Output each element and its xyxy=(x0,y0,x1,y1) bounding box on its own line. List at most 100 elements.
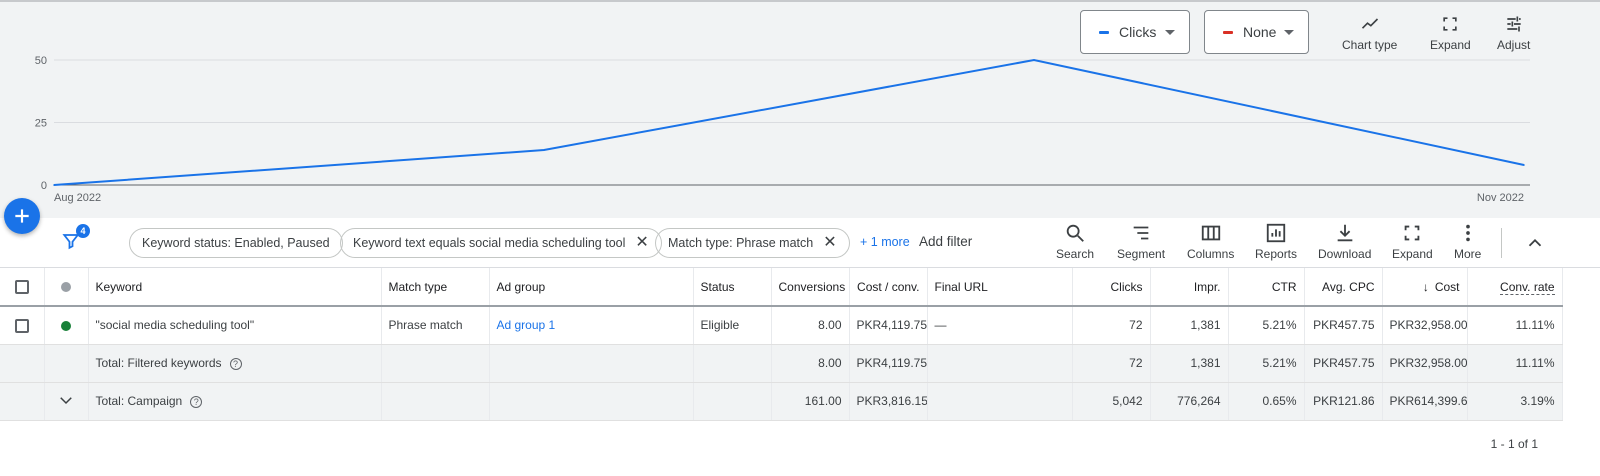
reports-label: Reports xyxy=(1255,247,1298,261)
filter-count-badge: 4 xyxy=(76,224,90,238)
chart-adjust-button[interactable]: Adjust xyxy=(1497,14,1530,52)
empty-cell xyxy=(381,382,490,421)
download-button[interactable]: Download xyxy=(1318,222,1371,261)
segment-label: Segment xyxy=(1117,247,1166,261)
chip-label: Match type: Phrase match xyxy=(668,236,814,250)
header-ctr[interactable]: CTR xyxy=(1228,268,1305,307)
help-icon[interactable]: ? xyxy=(229,357,242,370)
ad-group-link[interactable]: Ad group 1 xyxy=(497,318,556,332)
total-filtered-conv-rate: 11.11% xyxy=(1467,344,1563,383)
cell-final-url[interactable]: — xyxy=(927,306,1073,345)
header-clicks[interactable]: Clicks xyxy=(1072,268,1151,307)
empty-cell xyxy=(0,344,45,383)
enabled-status-icon[interactable] xyxy=(61,321,71,332)
reports-button[interactable]: Reports xyxy=(1255,222,1297,261)
download-label: Download xyxy=(1318,247,1372,261)
segment-button[interactable]: Segment xyxy=(1117,222,1165,261)
total-filtered-clicks: 72 xyxy=(1072,344,1151,383)
header-final-url[interactable]: Final URL xyxy=(927,268,1073,307)
total-filtered-label: Total: Filtered keywords xyxy=(95,356,222,370)
header-impr[interactable]: Impr. xyxy=(1150,268,1229,307)
total-filtered-cost-conv: PKR4,119.75 xyxy=(849,344,928,383)
y-tick-label: 50 xyxy=(35,55,47,67)
header-status[interactable]: Status xyxy=(693,268,772,307)
chart-type-button[interactable]: Chart type xyxy=(1342,14,1397,52)
table-header-row: Keyword Match type Ad group Status Conve… xyxy=(0,268,1563,307)
total-campaign-avg-cpc: PKR121.86 xyxy=(1304,382,1383,421)
empty-cell xyxy=(489,344,694,383)
columns-button[interactable]: Columns xyxy=(1187,222,1234,261)
total-filtered-row: Total: Filtered keywords? 8.00 PKR4,119.… xyxy=(0,344,1563,383)
cell-conv-rate: 11.11% xyxy=(1467,306,1563,345)
header-keyword[interactable]: Keyword xyxy=(88,268,382,307)
data-point xyxy=(543,149,545,151)
add-button[interactable] xyxy=(4,198,40,234)
data-point xyxy=(1523,164,1525,166)
row-status-cell[interactable] xyxy=(44,306,89,345)
cell-impr: 1,381 xyxy=(1150,306,1229,345)
header-cost[interactable]: ↓ Cost xyxy=(1382,268,1468,307)
cell-keyword[interactable]: "social media scheduling tool" xyxy=(88,306,382,345)
cell-clicks: 72 xyxy=(1072,306,1151,345)
search-button[interactable]: Search xyxy=(1056,222,1094,261)
header-match-type[interactable]: Match type xyxy=(381,268,490,307)
empty-cell xyxy=(44,344,89,383)
help-icon[interactable]: ? xyxy=(190,395,203,408)
chevron-down-icon xyxy=(1284,29,1294,35)
add-filter-button[interactable]: Add filter xyxy=(919,234,972,249)
chip-label: Keyword text equals social media schedul… xyxy=(353,236,626,250)
data-point xyxy=(53,184,55,186)
header-conversions[interactable]: Conversions xyxy=(771,268,850,307)
expand-row-cell[interactable] xyxy=(44,382,89,421)
empty-cell xyxy=(381,344,490,383)
total-campaign-conv-rate: 3.19% xyxy=(1467,382,1563,421)
header-cost-conv[interactable]: Cost / conv. xyxy=(849,268,928,307)
plus-icon xyxy=(15,209,29,223)
header-conv-rate[interactable]: Conv. rate xyxy=(1467,268,1563,307)
filter-chip-keyword-status[interactable]: Keyword status: Enabled, Paused xyxy=(129,228,343,258)
row-checkbox[interactable] xyxy=(14,318,29,333)
total-filtered-label-cell: Total: Filtered keywords? xyxy=(88,344,382,383)
close-icon[interactable]: ✕ xyxy=(635,235,648,251)
table-toolbar: Keyword status: Enabled, Paused Keyword … xyxy=(0,218,1600,268)
data-point xyxy=(1033,59,1035,61)
collapse-button[interactable] xyxy=(1524,232,1546,259)
empty-cell xyxy=(693,344,772,383)
chart-expand-button[interactable]: Expand xyxy=(1430,14,1471,52)
total-campaign-label: Total: Campaign xyxy=(95,394,183,408)
header-avg-cpc[interactable]: Avg. CPC xyxy=(1304,268,1383,307)
chevron-down-icon[interactable] xyxy=(57,391,75,409)
table-expand-button[interactable]: Expand xyxy=(1392,222,1433,261)
y-tick-label: 0 xyxy=(41,180,47,192)
more-button[interactable]: More xyxy=(1454,222,1481,261)
cell-ctr: 5.21% xyxy=(1228,306,1305,345)
total-campaign-cost: PKR614,399.64 xyxy=(1382,382,1468,421)
more-filters-link[interactable]: + 1 more xyxy=(860,235,910,249)
metric1-dropdown[interactable]: Clicks xyxy=(1080,10,1190,54)
cell-status: Eligible xyxy=(693,306,772,345)
total-filtered-ctr: 5.21% xyxy=(1228,344,1305,383)
filter-chip-match-type[interactable]: Match type: Phrase match ✕ xyxy=(655,228,850,258)
total-filtered-impr: 1,381 xyxy=(1150,344,1229,383)
reports-icon xyxy=(1266,223,1286,243)
filter-chip-keyword-text[interactable]: Keyword text equals social media schedul… xyxy=(340,228,662,258)
table-row: "social media scheduling tool" Phrase ma… xyxy=(0,306,1563,345)
chart-expand-label: Expand xyxy=(1430,38,1471,52)
metric2-dropdown[interactable]: None xyxy=(1204,10,1309,54)
adjust-icon xyxy=(1507,16,1521,32)
performance-chart-panel: 0 25 50 Aug 2022 Nov 2022 Clicks None Chart … xyxy=(0,0,1600,218)
table-expand-label: Expand xyxy=(1392,247,1433,261)
select-all-cell[interactable] xyxy=(0,268,45,307)
keywords-table: Keyword Match type Ad group Status Conve… xyxy=(0,268,1563,421)
select-all-checkbox[interactable] xyxy=(14,279,29,294)
header-ad-group[interactable]: Ad group xyxy=(489,268,694,307)
chart-type-label: Chart type xyxy=(1342,38,1398,52)
x-tick-label: Aug 2022 xyxy=(54,192,101,204)
columns-icon xyxy=(1201,225,1220,241)
row-select-cell[interactable] xyxy=(0,306,45,345)
empty-cell xyxy=(927,382,1073,421)
more-vert-icon xyxy=(1465,224,1470,242)
header-conv-rate-label: Conv. rate xyxy=(1500,279,1555,295)
close-icon[interactable]: ✕ xyxy=(823,235,836,251)
metric2-label: None xyxy=(1243,24,1277,40)
